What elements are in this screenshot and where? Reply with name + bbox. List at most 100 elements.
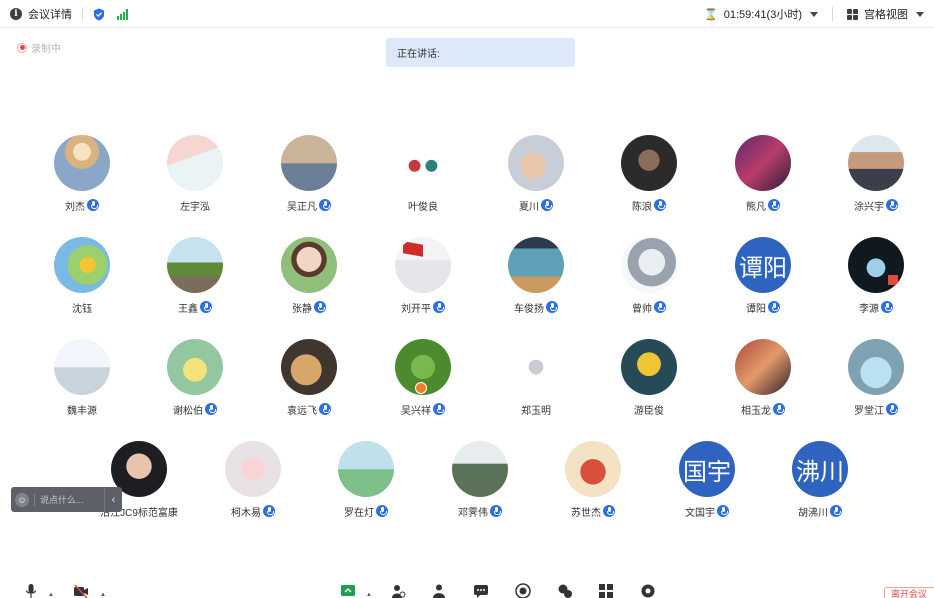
- avatar[interactable]: [848, 135, 904, 191]
- meeting-info-group[interactable]: i 会议详情: [10, 0, 128, 28]
- participant-tile[interactable]: 夏川: [481, 135, 591, 213]
- top-bar: i 会议详情 ⌛ 01:59:41(3小时) 宫格视图: [0, 0, 934, 28]
- avatar[interactable]: [167, 237, 223, 293]
- avatar[interactable]: [508, 237, 564, 293]
- participant-name-row: 罗在灯: [311, 504, 421, 519]
- avatar[interactable]: [621, 237, 677, 293]
- avatar[interactable]: [167, 135, 223, 191]
- participant-tile[interactable]: 曾帅: [594, 237, 704, 315]
- chat-input[interactable]: 说点什么...: [40, 493, 104, 506]
- avatar[interactable]: 谭阳: [735, 237, 791, 293]
- chat-input-bar[interactable]: ☺ 说点什么... ‹: [11, 487, 122, 512]
- avatar[interactable]: [848, 237, 904, 293]
- avatar[interactable]: [281, 339, 337, 395]
- participant-tile[interactable]: 罗堂江: [821, 339, 931, 417]
- record-button-icon[interactable]: [515, 583, 531, 598]
- microphone-status-icon: [490, 505, 502, 517]
- participant-tile[interactable]: 游臣俊: [594, 339, 704, 417]
- settings-gear-icon[interactable]: [640, 583, 656, 598]
- participant-tile[interactable]: 邓霁伟: [425, 441, 535, 519]
- participant-name: 车俊扬: [514, 303, 544, 315]
- layout-grid-icon[interactable]: [598, 583, 614, 598]
- avatar[interactable]: [735, 339, 791, 395]
- info-icon[interactable]: i: [10, 8, 22, 20]
- participant-tile[interactable]: 陈浪: [594, 135, 704, 213]
- avatar[interactable]: [395, 135, 451, 191]
- camera-off-icon[interactable]: [73, 583, 89, 598]
- participant-tile[interactable]: 王鑫: [140, 237, 250, 315]
- camera-options-chevron-icon[interactable]: ▲: [100, 592, 106, 598]
- participant-tile[interactable]: 沈钰: [27, 237, 137, 315]
- avatar[interactable]: 沸川: [792, 441, 848, 497]
- avatar[interactable]: [54, 339, 110, 395]
- participant-name: 李源: [859, 303, 879, 315]
- meeting-info-label[interactable]: 会议详情: [28, 6, 72, 22]
- participant-tile[interactable]: 吴兴祥: [368, 339, 478, 417]
- avatar[interactable]: [338, 441, 394, 497]
- participant-name-row: 谢松伯: [140, 402, 250, 417]
- participant-tile[interactable]: 谭阳 谭阳: [708, 237, 818, 315]
- leave-meeting-button[interactable]: 离开会议: [884, 587, 934, 598]
- participant-tile[interactable]: 叶俊良: [368, 135, 478, 213]
- participant-tile[interactable]: 吴正凡: [254, 135, 364, 213]
- chat-icon[interactable]: [473, 583, 489, 598]
- participant-tile[interactable]: 刘杰: [27, 135, 137, 213]
- grid-view-icon[interactable]: [847, 8, 858, 20]
- avatar[interactable]: [621, 339, 677, 395]
- avatar[interactable]: [225, 441, 281, 497]
- avatar[interactable]: [621, 135, 677, 191]
- participant-tile[interactable]: 张静: [254, 237, 364, 315]
- participant-tile[interactable]: 国宇 文国宇: [652, 441, 762, 519]
- participant-tile[interactable]: 谢松伯: [140, 339, 250, 417]
- participant-tile[interactable]: 罗在灯: [311, 441, 421, 519]
- microphone-status-icon: [886, 199, 898, 211]
- participant-tile[interactable]: 沸川 胡沸川: [765, 441, 875, 519]
- participant-tile[interactable]: 袁远飞: [254, 339, 364, 417]
- participant-tile[interactable]: 涂兴宇: [821, 135, 931, 213]
- recording-indicator[interactable]: 录制中: [17, 40, 61, 55]
- signal-strength-icon[interactable]: [117, 8, 128, 20]
- avatar[interactable]: [735, 135, 791, 191]
- share-screen-icon[interactable]: [340, 583, 356, 598]
- participant-tile[interactable]: 李源: [821, 237, 931, 315]
- share-options-chevron-icon[interactable]: ▲: [366, 592, 372, 598]
- participant-name-row: 张静: [254, 300, 364, 315]
- view-mode-label[interactable]: 宫格视图: [864, 6, 908, 22]
- microphone-status-icon: [433, 301, 445, 313]
- participant-tile[interactable]: 柯木易: [198, 441, 308, 519]
- participant-tile[interactable]: 刘开平: [368, 237, 478, 315]
- participant-tile[interactable]: 相玉龙: [708, 339, 818, 417]
- shield-icon[interactable]: [93, 8, 105, 21]
- participant-tile[interactable]: 左宇泓: [140, 135, 250, 213]
- participant-tile[interactable]: 魏丰源: [27, 339, 137, 417]
- avatar[interactable]: 国宇: [679, 441, 735, 497]
- microphone-status-icon: [881, 301, 893, 313]
- timer-dropdown-chevron-icon[interactable]: [810, 11, 818, 17]
- avatar[interactable]: [452, 441, 508, 497]
- avatar[interactable]: [395, 237, 451, 293]
- participant-name-row: 罗堂江: [821, 402, 931, 417]
- participant-tile[interactable]: 车俊扬: [481, 237, 591, 315]
- participant-name-row: 刘杰: [27, 198, 137, 213]
- participants-icon[interactable]: [431, 583, 447, 598]
- participant-tile[interactable]: 苏世杰: [538, 441, 648, 519]
- avatar[interactable]: [508, 339, 564, 395]
- avatar[interactable]: [281, 135, 337, 191]
- invite-icon[interactable]: [390, 583, 406, 598]
- avatar[interactable]: [54, 237, 110, 293]
- participant-tile[interactable]: 郑玉明: [481, 339, 591, 417]
- participant-name: 邓霁伟: [458, 507, 488, 519]
- avatar[interactable]: [565, 441, 621, 497]
- chevron-left-icon[interactable]: ‹: [104, 487, 122, 512]
- avatar[interactable]: [281, 237, 337, 293]
- participant-tile[interactable]: 熊凡: [708, 135, 818, 213]
- avatar[interactable]: [848, 339, 904, 395]
- view-dropdown-chevron-icon[interactable]: [916, 11, 924, 17]
- mic-options-chevron-icon[interactable]: ▲: [48, 592, 54, 598]
- avatar[interactable]: [167, 339, 223, 395]
- avatar[interactable]: [54, 135, 110, 191]
- smiley-icon[interactable]: ☺: [15, 492, 29, 507]
- apps-icon[interactable]: [557, 583, 573, 598]
- avatar[interactable]: [508, 135, 564, 191]
- microphone-icon[interactable]: [23, 583, 39, 598]
